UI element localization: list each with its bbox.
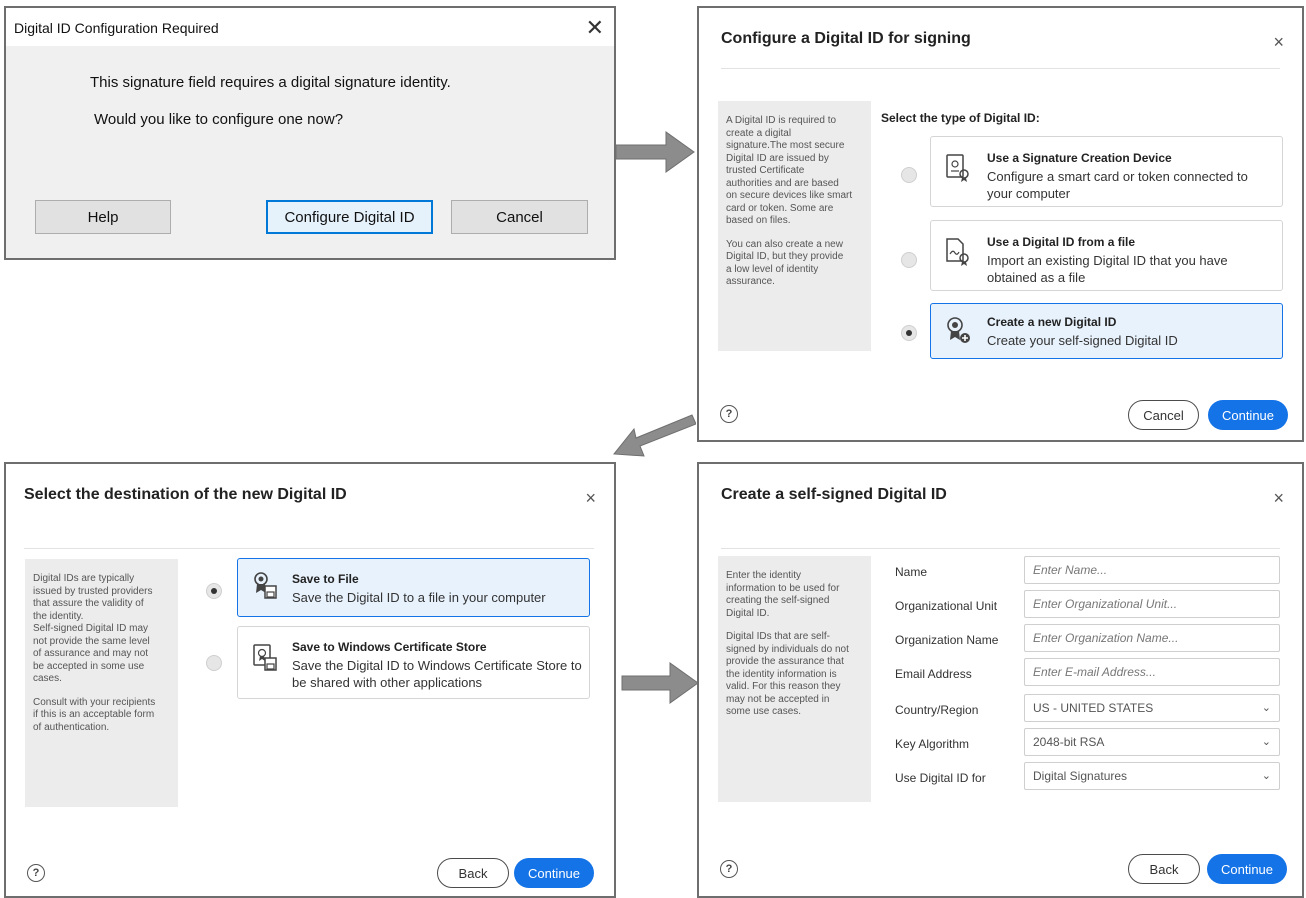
option-title: Use a Digital ID from a file xyxy=(987,235,1136,249)
title-divider xyxy=(721,548,1280,549)
email-field[interactable]: Enter E-mail Address... xyxy=(1024,658,1280,686)
info-text: Digital IDs that are self- signed by ind… xyxy=(726,631,849,717)
use-for-value: Digital Signatures xyxy=(1033,769,1128,783)
configure-digital-id-button[interactable]: Configure Digital ID xyxy=(266,200,433,234)
save-to-file-icon xyxy=(254,572,277,599)
radio-digital-id-file[interactable] xyxy=(901,252,917,268)
key-algorithm-select[interactable]: 2048-bit RSA ⌄ xyxy=(1024,728,1280,756)
continue-button[interactable]: Continue xyxy=(1208,400,1288,430)
help-icon[interactable]: ? xyxy=(720,860,738,878)
cancel-button[interactable]: Cancel xyxy=(1128,400,1199,430)
org-unit-label: Organizational Unit xyxy=(895,599,998,613)
option-description: Save the Digital ID to Windows Certifica… xyxy=(292,658,582,690)
dialog-titlebar: Digital ID Configuration Required ✕ xyxy=(6,8,614,46)
dialog-message: This signature field requires a digital … xyxy=(90,74,451,91)
radio-new-digital-id[interactable] xyxy=(901,325,917,341)
option-save-to-certificate-store[interactable]: Save to Windows Certificate Store Save t… xyxy=(237,626,590,699)
country-select[interactable]: US - UNITED STATES ⌄ xyxy=(1024,694,1280,722)
info-panel: A Digital ID is required to create a dig… xyxy=(718,101,871,351)
back-button[interactable]: Back xyxy=(437,858,509,888)
dialog-title: Create a self-signed Digital ID xyxy=(721,486,947,503)
title-divider xyxy=(721,68,1280,69)
close-icon[interactable]: ✕ xyxy=(586,15,604,41)
flow-arrow-right-icon xyxy=(621,662,699,704)
configuration-required-dialog: Digital ID Configuration Required ✕ This… xyxy=(4,6,616,260)
select-destination-dialog: Select the destination of the new Digita… xyxy=(4,462,616,898)
use-for-select[interactable]: Digital Signatures ⌄ xyxy=(1024,762,1280,790)
create-self-signed-id-dialog: Create a self-signed Digital ID × Enter … xyxy=(697,462,1304,898)
radio-save-to-file[interactable] xyxy=(206,583,222,599)
chevron-down-icon: ⌄ xyxy=(1261,702,1271,714)
dialog-title: Select the destination of the new Digita… xyxy=(24,486,347,503)
option-title: Save to File xyxy=(292,572,359,586)
info-text: Consult with your recipients if this is … xyxy=(33,696,156,733)
option-description: Import an existing Digital ID that you h… xyxy=(987,253,1228,285)
info-text: A Digital ID is required to create a dig… xyxy=(726,115,853,226)
title-divider xyxy=(24,548,594,549)
chevron-down-icon: ⌄ xyxy=(1261,736,1271,748)
help-icon[interactable]: ? xyxy=(720,405,738,423)
flow-arrow-diagonal-icon xyxy=(613,414,696,457)
flow-arrow-right-icon xyxy=(615,131,695,173)
key-algorithm-value: 2048-bit RSA xyxy=(1033,735,1105,749)
dialog-question: Would you like to configure one now? xyxy=(94,111,344,128)
name-label: Name xyxy=(895,565,928,579)
signature-device-icon xyxy=(946,154,969,182)
org-name-field[interactable]: Enter Organization Name... xyxy=(1024,624,1280,652)
use-for-label: Use Digital ID for xyxy=(895,771,986,785)
dialog-title: Digital ID Configuration Required xyxy=(14,20,219,36)
option-create-new-digital-id[interactable]: Create a new Digital ID Create your self… xyxy=(930,303,1283,359)
cancel-button[interactable]: Cancel xyxy=(451,200,588,234)
dialog-title: Configure a Digital ID for signing xyxy=(721,30,971,47)
radio-signature-device[interactable] xyxy=(901,167,917,183)
section-heading: Select the type of Digital ID: xyxy=(881,111,1040,125)
info-text: Digital IDs are typically issued by trus… xyxy=(33,573,153,684)
country-value: US - UNITED STATES xyxy=(1033,701,1154,715)
option-title: Create a new Digital ID xyxy=(987,315,1117,329)
radio-certificate-store[interactable] xyxy=(206,655,222,671)
close-icon[interactable]: × xyxy=(1273,488,1284,509)
email-label: Email Address xyxy=(895,667,972,681)
chevron-down-icon: ⌄ xyxy=(1261,770,1271,782)
continue-button[interactable]: Continue xyxy=(514,858,594,888)
info-panel: Enter the identity information to be use… xyxy=(718,556,871,802)
info-text: Enter the identity information to be use… xyxy=(726,570,840,619)
continue-button[interactable]: Continue xyxy=(1207,854,1287,884)
option-description: Configure a smart card or token connecte… xyxy=(987,169,1248,201)
org-name-label: Organization Name xyxy=(895,633,999,647)
country-label: Country/Region xyxy=(895,703,979,717)
certificate-store-icon xyxy=(253,644,277,671)
option-description: Create your self-signed Digital ID xyxy=(987,333,1178,348)
back-button[interactable]: Back xyxy=(1128,854,1200,884)
option-description: Save the Digital ID to a file in your co… xyxy=(292,590,546,605)
option-title: Save to Windows Certificate Store xyxy=(292,640,487,654)
name-field[interactable]: Enter Name... xyxy=(1024,556,1280,584)
option-title: Use a Signature Creation Device xyxy=(987,151,1172,165)
option-signature-creation-device[interactable]: Use a Signature Creation Device Configur… xyxy=(930,136,1283,207)
option-save-to-file[interactable]: Save to File Save the Digital ID to a fi… xyxy=(237,558,590,617)
help-icon[interactable]: ? xyxy=(27,864,45,882)
option-digital-id-from-file[interactable]: Use a Digital ID from a file Import an e… xyxy=(930,220,1283,291)
close-icon[interactable]: × xyxy=(1273,32,1284,53)
help-button[interactable]: Help xyxy=(35,200,171,234)
new-digital-id-icon xyxy=(947,317,970,343)
key-algorithm-label: Key Algorithm xyxy=(895,737,970,751)
info-text: You can also create a new Digital ID, bu… xyxy=(726,238,844,288)
close-icon[interactable]: × xyxy=(585,488,596,509)
info-panel: Digital IDs are typically issued by trus… xyxy=(25,559,178,807)
digital-id-file-icon xyxy=(946,238,969,266)
configure-digital-id-dialog: Configure a Digital ID for signing × A D… xyxy=(697,6,1304,442)
org-unit-field[interactable]: Enter Organizational Unit... xyxy=(1024,590,1280,618)
